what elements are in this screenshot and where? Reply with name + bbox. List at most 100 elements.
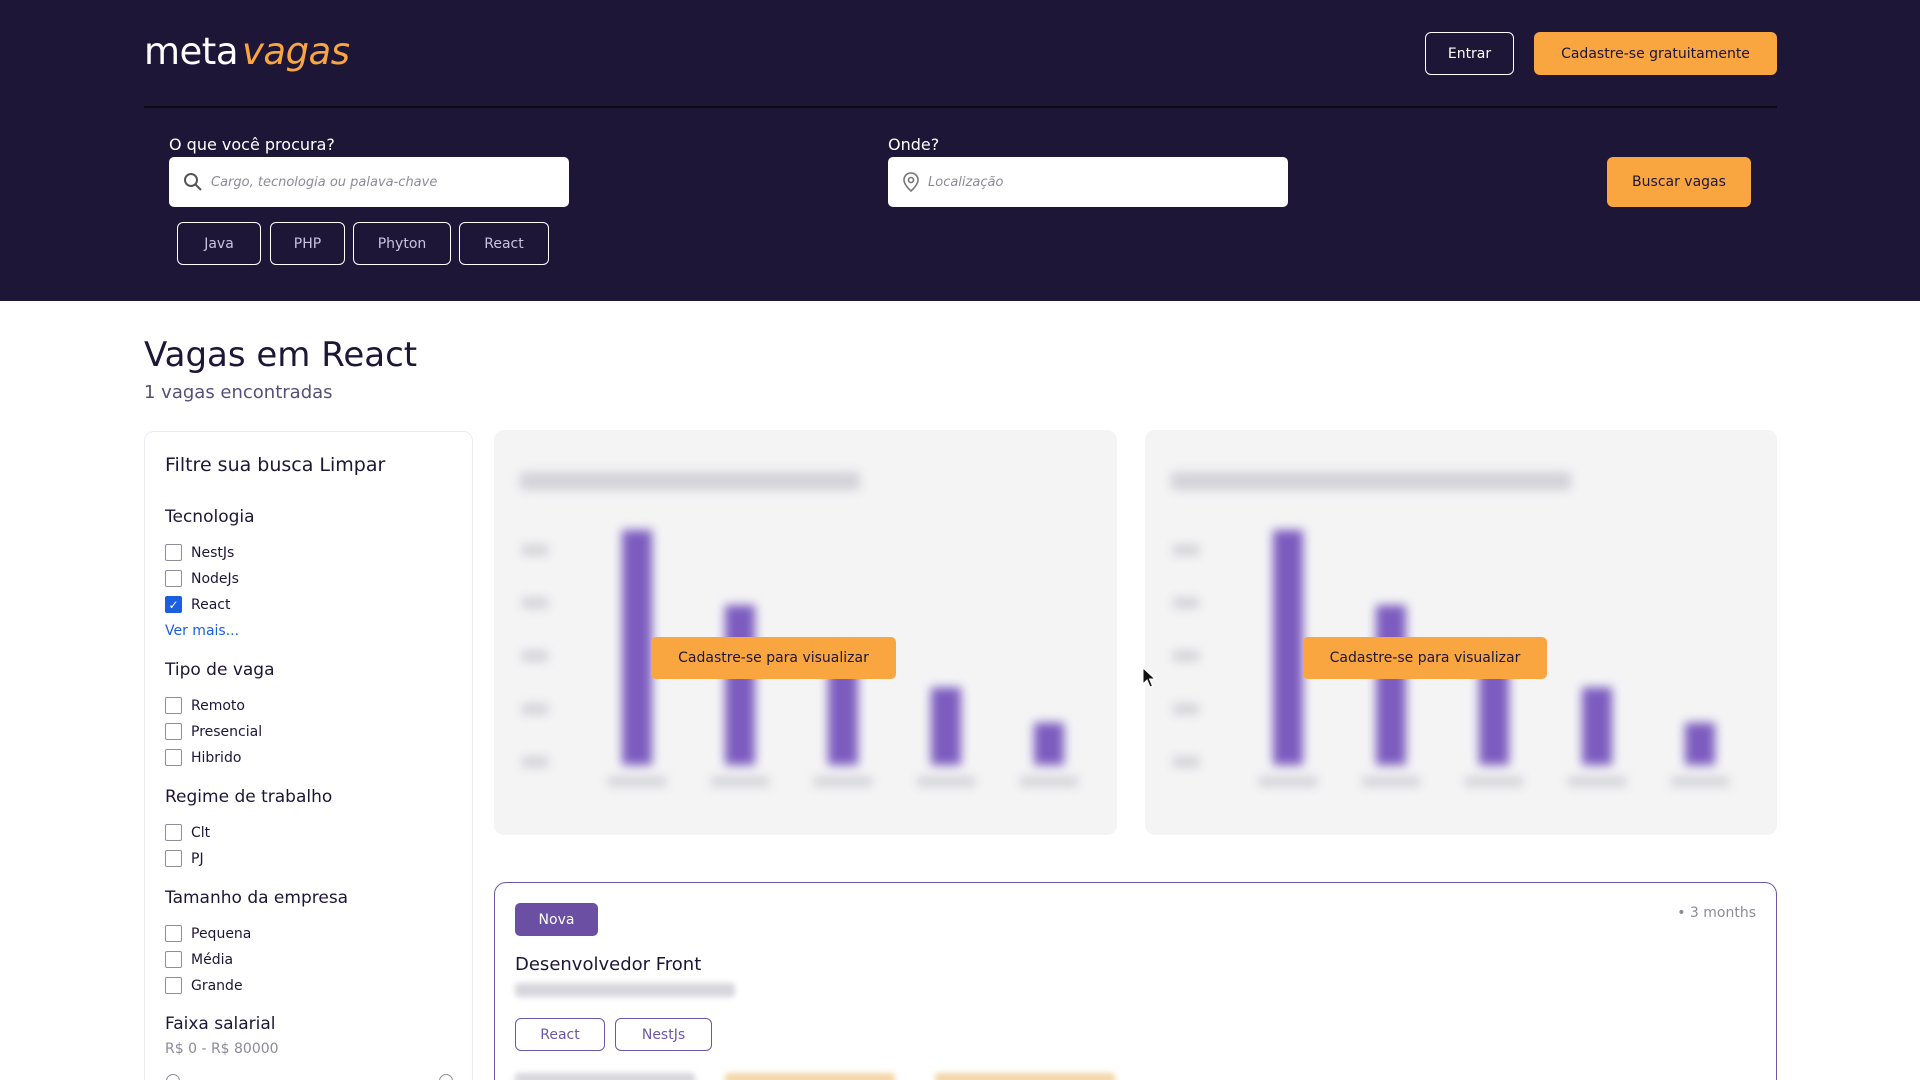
- x-tick-placeholder: [1020, 777, 1078, 786]
- blurred-chart: [1145, 430, 1777, 835]
- search-where-input[interactable]: Localização: [888, 157, 1288, 207]
- filter-option-label: Hibrido: [191, 749, 242, 766]
- chart-bar: [1034, 722, 1064, 765]
- search-icon: [184, 173, 202, 191]
- job-title[interactable]: Desenvolvedor Front: [515, 954, 701, 975]
- filter-option-pj[interactable]: PJ: [165, 850, 204, 867]
- filter-option-nestjs[interactable]: NestJs: [165, 544, 234, 561]
- signup-to-view-button[interactable]: Cadastre-se para visualizar: [651, 637, 896, 679]
- filter-option-presencial[interactable]: Presencial: [165, 723, 262, 740]
- signup-button[interactable]: Cadastre-se gratuitamente: [1534, 32, 1777, 75]
- filter-option-label: React: [191, 596, 231, 613]
- y-tick-placeholder: [522, 545, 548, 555]
- chart-bar: [725, 605, 755, 765]
- y-tick-placeholder: [522, 598, 548, 608]
- blurred-chart: [494, 430, 1117, 835]
- salary-slider-max-handle[interactable]: [439, 1074, 453, 1080]
- x-tick-placeholder: [1465, 777, 1523, 786]
- salary-range-text: R$ 0 - R$ 80000: [165, 1041, 279, 1057]
- filter-section-regime: Regime de trabalho: [165, 787, 333, 807]
- checkbox[interactable]: [165, 749, 182, 766]
- filter-option-label: Pequena: [191, 925, 252, 942]
- search-where-placeholder: Localização: [928, 174, 1004, 190]
- y-tick-placeholder: [1173, 757, 1199, 767]
- header: meta vagas Entrar Cadastre-se gratuitamen…: [0, 0, 1920, 301]
- filter-option-label: NodeJs: [191, 570, 239, 587]
- filter-section-company-size: Tamanho da empresa: [165, 888, 349, 908]
- checkbox[interactable]: [165, 697, 182, 714]
- chart-card-technologies: Cadastre-se para visualizar: [494, 430, 1117, 835]
- x-tick-placeholder: [1362, 777, 1420, 786]
- blurred-job-meta: [725, 1073, 895, 1080]
- filter-option-nodejs[interactable]: NodeJs: [165, 570, 239, 587]
- quick-tag-java[interactable]: Java: [177, 222, 261, 265]
- checkbox[interactable]: [165, 570, 182, 587]
- job-tag-react[interactable]: React: [515, 1018, 605, 1051]
- location-pin-icon: [903, 172, 919, 192]
- chart-bar: [622, 530, 652, 765]
- search-where-label: Onde?: [888, 135, 940, 154]
- blurred-bar-chart: [522, 530, 1078, 786]
- x-tick-placeholder: [1671, 777, 1729, 786]
- page-title: Vagas em React: [144, 335, 418, 375]
- results-count: 1 vagas encontradas: [144, 382, 333, 403]
- checkbox[interactable]: [165, 951, 182, 968]
- job-tag-nestjs[interactable]: NestJs: [615, 1018, 712, 1051]
- x-tick-placeholder: [1568, 777, 1626, 786]
- y-tick-placeholder: [522, 651, 548, 661]
- job-card[interactable]: Nova • 3 months Desenvolvedor Front Reac…: [494, 882, 1777, 1080]
- x-tick-placeholder: [1259, 777, 1317, 786]
- login-button[interactable]: Entrar: [1425, 32, 1514, 75]
- blurred-job-meta: [935, 1073, 1115, 1080]
- checkbox[interactable]: [165, 824, 182, 841]
- salary-slider-min-handle[interactable]: [166, 1074, 180, 1080]
- filter-section-technology: Tecnologia: [165, 507, 255, 527]
- blurred-company-name: [515, 983, 735, 997]
- filter-option-label: NestJs: [191, 544, 235, 561]
- checkbox[interactable]: [165, 977, 182, 994]
- filter-option-pequena[interactable]: Pequena: [165, 925, 251, 942]
- y-tick-placeholder: [1173, 651, 1199, 661]
- chart-bar: [1685, 722, 1715, 765]
- chart-card-cities: Cadastre-se para visualizar: [1145, 430, 1777, 835]
- see-more-link[interactable]: Ver mais...: [165, 623, 239, 639]
- x-tick-placeholder: [608, 777, 666, 786]
- chart-bar: [1273, 530, 1303, 765]
- logo-text-vagas: vagas: [242, 30, 350, 73]
- filter-option-grande[interactable]: Grande: [165, 977, 243, 994]
- filter-section-job-type: Tipo de vaga: [165, 660, 275, 680]
- filter-option-react[interactable]: ✓ React: [165, 596, 230, 613]
- filter-option-label: Remoto: [191, 697, 245, 714]
- quick-tag-phyton[interactable]: Phyton: [353, 222, 451, 265]
- filter-option-label: Grande: [191, 977, 243, 994]
- filter-option-clt[interactable]: Clt: [165, 824, 210, 841]
- quick-tag-react[interactable]: React: [459, 222, 549, 265]
- job-posted-time: • 3 months: [1677, 905, 1756, 921]
- blurred-bar-chart: [1173, 530, 1729, 786]
- x-tick-placeholder: [711, 777, 769, 786]
- search-what-label: O que você procura?: [169, 135, 335, 154]
- x-tick-placeholder: [814, 777, 872, 786]
- logo[interactable]: meta vagas: [144, 30, 350, 73]
- filter-option-label: Clt: [191, 824, 211, 841]
- filter-option-hibrido[interactable]: Hibrido: [165, 749, 241, 766]
- filters-panel: Filtre sua busca Limpar Tecnologia NestJ…: [144, 431, 473, 1080]
- mouse-cursor-icon: [1142, 667, 1157, 688]
- filter-option-remoto[interactable]: Remoto: [165, 697, 245, 714]
- signup-to-view-button[interactable]: Cadastre-se para visualizar: [1303, 637, 1547, 679]
- filter-option-label: PJ: [191, 850, 204, 867]
- filter-option-media[interactable]: Média: [165, 951, 233, 968]
- checkbox[interactable]: [165, 544, 182, 561]
- search-jobs-button[interactable]: Buscar vagas: [1607, 157, 1751, 207]
- blurred-job-meta: [515, 1073, 695, 1080]
- search-what-input[interactable]: Cargo, tecnologia ou palava-chave: [169, 157, 569, 207]
- quick-tag-php[interactable]: PHP: [270, 222, 345, 265]
- checkbox-checked[interactable]: ✓: [165, 596, 182, 613]
- checkbox[interactable]: [165, 850, 182, 867]
- chart-bar: [931, 687, 961, 765]
- checkbox[interactable]: [165, 925, 182, 942]
- checkbox[interactable]: [165, 723, 182, 740]
- chart-bar: [1582, 687, 1612, 765]
- filter-option-label: Presencial: [191, 723, 263, 740]
- search-what-placeholder: Cargo, tecnologia ou palava-chave: [211, 174, 438, 190]
